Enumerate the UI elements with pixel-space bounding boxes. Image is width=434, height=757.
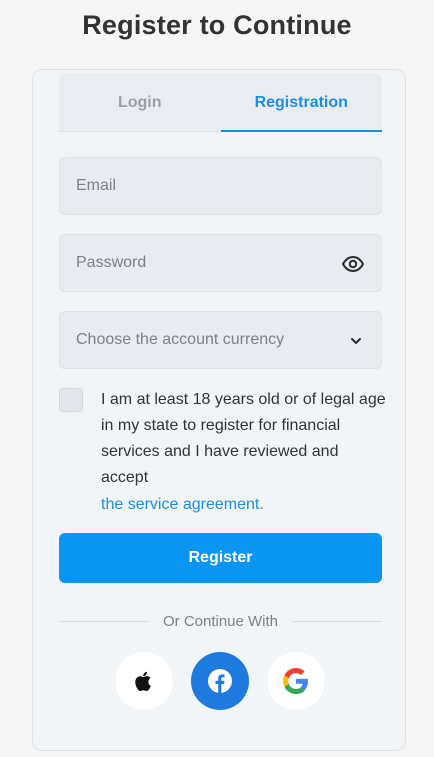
- email-field-wrapper: [59, 157, 382, 215]
- facebook-icon: [208, 669, 232, 693]
- google-icon: [283, 668, 308, 694]
- agreement-checkbox[interactable]: [59, 388, 83, 412]
- divider-line-right: [292, 620, 383, 622]
- currency-select[interactable]: Choose the account currency: [59, 311, 382, 369]
- divider-line-left: [59, 620, 149, 622]
- currency-select-placeholder: Choose the account currency: [76, 331, 285, 348]
- or-continue-divider: Or Continue With: [59, 610, 383, 632]
- auth-card: Login Registration Choose the account cu…: [32, 69, 406, 751]
- tab-registration[interactable]: Registration: [220, 74, 383, 132]
- apple-icon: [135, 671, 151, 692]
- service-agreement-link[interactable]: the service agreement.: [101, 492, 386, 518]
- tab-login[interactable]: Login: [59, 74, 221, 132]
- email-input[interactable]: [60, 158, 381, 214]
- divider-label: Or Continue With: [162, 612, 279, 630]
- register-button[interactable]: Register: [59, 533, 382, 583]
- google-login-button[interactable]: [267, 652, 325, 710]
- apple-login-button[interactable]: [115, 652, 173, 710]
- password-field-wrapper: [59, 234, 382, 292]
- register-page: Register to Continue Login Registration …: [0, 0, 434, 757]
- agreement-text: I am at least 18 years old or of legal a…: [101, 391, 386, 486]
- show-password-eye-icon[interactable]: [341, 252, 365, 276]
- page-title: Register to Continue: [82, 10, 352, 40]
- facebook-login-button[interactable]: [191, 652, 249, 710]
- agreement-text-block: I am at least 18 years old or of legal a…: [101, 387, 386, 518]
- auth-tabs: Login Registration: [59, 74, 382, 132]
- password-input[interactable]: [60, 235, 381, 291]
- chevron-down-icon: [349, 334, 363, 348]
